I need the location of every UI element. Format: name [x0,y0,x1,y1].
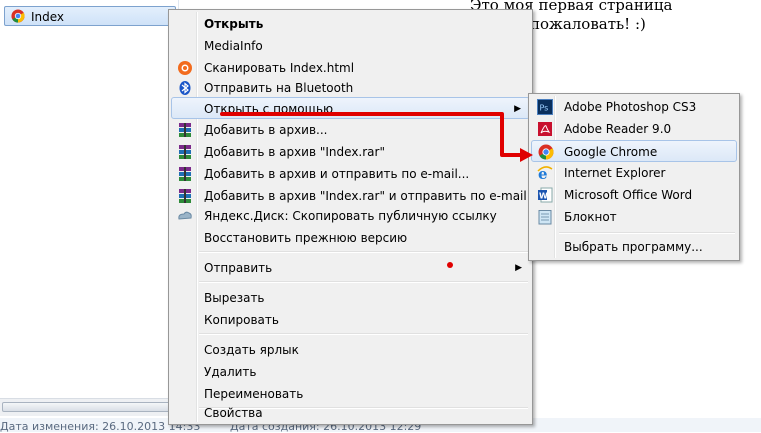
notepad-icon [537,209,553,225]
word-icon: W [537,187,553,203]
menu-restore-version[interactable]: Восстановить прежнюю версию [171,227,530,249]
avast-icon [177,60,193,76]
menu-add-archive[interactable]: Добавить в архив... [171,119,530,141]
context-menu: Открыть MediaInfo Сканировать Index.html… [168,9,533,425]
photoshop-icon: Ps [537,99,553,115]
menu-cut[interactable]: Вырезать [171,287,530,309]
open-with-notepad[interactable]: Блокнот [531,206,737,228]
menu-mediainfo[interactable]: MediaInfo [171,35,530,57]
open-with-internet-explorer[interactable]: e Internet Explorer [531,162,737,184]
submenu-arrow-icon: ▶ [514,104,521,114]
menu-add-index-rar[interactable]: Добавить в архив "Index.rar" [171,141,530,163]
menu-create-shortcut[interactable]: Создать ярлык [171,339,530,361]
menu-copy[interactable]: Копировать [171,309,530,331]
explorer-pane: Index [0,0,179,432]
menu-add-index-rar-email[interactable]: Добавить в архив "Index.rar" и отправить… [171,185,530,207]
open-with-google-chrome[interactable]: Google Chrome [531,140,737,162]
winrar-icon [177,144,193,160]
menu-properties[interactable]: Свойства [171,402,530,424]
submenu-arrow-icon: ▶ [515,263,522,273]
menu-scan[interactable]: Сканировать Index.html [171,57,530,79]
menu-delete[interactable]: Удалить [171,361,530,383]
bluetooth-icon [177,80,193,96]
file-item-index[interactable]: Index [4,6,176,26]
chrome-icon [11,9,25,26]
menu-bluetooth[interactable]: Отправить на Bluetooth [171,77,530,99]
open-with-word[interactable]: W Microsoft Office Word [531,184,737,206]
open-with-photoshop[interactable]: Ps Adobe Photoshop CS3 [531,96,737,118]
svg-text:Ps: Ps [540,104,549,113]
menu-add-archive-email[interactable]: Добавить в архив и отправить по e-mail..… [171,163,530,185]
open-with-adobe-reader[interactable]: Adobe Reader 9.0 [531,118,737,140]
ie-icon: e [537,165,553,183]
open-with-submenu: Ps Adobe Photoshop CS3 Adobe Reader 9.0 … [528,93,740,261]
horizontal-scrollbar[interactable] [0,398,178,416]
menu-open[interactable]: Открыть [171,13,530,35]
open-with-choose-program[interactable]: Выбрать программу... [531,236,737,258]
winrar-icon [177,188,193,204]
winrar-icon [177,166,193,182]
yandex-disk-icon [177,208,193,224]
adobe-reader-icon [537,121,553,137]
chrome-icon [538,144,554,160]
menu-open-with[interactable]: Открыть с помощью ▶ [171,97,530,119]
menu-yandex-disk-link[interactable]: Яндекс.Диск: Скопировать публичную ссылк… [171,205,530,227]
winrar-icon [177,122,193,138]
menu-send-to[interactable]: Отправить ▶ [171,257,530,279]
file-name: Index [31,10,65,24]
svg-text:W: W [539,192,548,201]
scrollbar-thumb[interactable] [2,402,172,412]
